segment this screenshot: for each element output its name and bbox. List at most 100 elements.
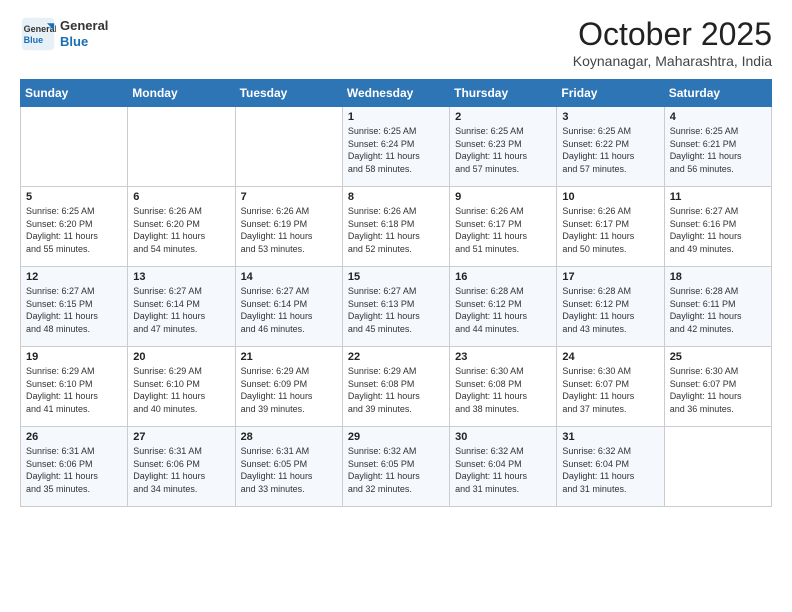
header-monday: Monday xyxy=(128,80,235,107)
header-saturday: Saturday xyxy=(664,80,771,107)
day-info: Sunrise: 6:30 AMSunset: 6:07 PMDaylight:… xyxy=(670,365,766,415)
day-number: 11 xyxy=(670,191,766,203)
day-number: 9 xyxy=(455,191,551,203)
day-number: 8 xyxy=(348,191,444,203)
calendar-cell: 24 Sunrise: 6:30 AMSunset: 6:07 PMDayligh… xyxy=(557,347,664,427)
calendar-cell: 14 Sunrise: 6:27 AMSunset: 6:14 PMDayligh… xyxy=(235,267,342,347)
calendar-cell: 17 Sunrise: 6:28 AMSunset: 6:12 PMDayligh… xyxy=(557,267,664,347)
location: Koynanagar, Maharashtra, India xyxy=(573,53,772,69)
calendar-week-row: 5 Sunrise: 6:25 AMSunset: 6:20 PMDaylight… xyxy=(21,187,772,267)
calendar-cell: 13 Sunrise: 6:27 AMSunset: 6:14 PMDayligh… xyxy=(128,267,235,347)
day-number: 12 xyxy=(26,271,122,283)
calendar-cell: 31Sunrise: 6:32 AMSunset: 6:04 PMDayligh… xyxy=(557,427,664,507)
calendar-cell: 28 Sunrise: 6:31 AMSunset: 6:05 PMDayligh… xyxy=(235,427,342,507)
day-info: Sunrise: 6:28 AMSunset: 6:11 PMDaylight:… xyxy=(670,285,766,335)
day-info: Sunrise: 6:25 AMSunset: 6:23 PMDaylight:… xyxy=(455,125,551,175)
calendar-cell: 19Sunrise: 6:29 AMSunset: 6:10 PMDayligh… xyxy=(21,347,128,427)
header-sunday: Sunday xyxy=(21,80,128,107)
day-info: Sunrise: 6:28 AMSunset: 6:12 PMDaylight:… xyxy=(455,285,551,335)
calendar-table: Sunday Monday Tuesday Wednesday Thursday… xyxy=(20,79,772,507)
day-number: 28 xyxy=(241,431,337,443)
day-info: Sunrise: 6:29 AMSunset: 6:10 PMDaylight:… xyxy=(133,365,229,415)
calendar-body: 1 Sunrise: 6:25 AMSunset: 6:24 PMDaylight… xyxy=(21,107,772,507)
day-number: 13 xyxy=(133,271,229,283)
calendar-cell: 21 Sunrise: 6:29 AMSunset: 6:09 PMDayligh… xyxy=(235,347,342,427)
logo-general-text: General xyxy=(60,18,108,34)
day-info: Sunrise: 6:25 AMSunset: 6:20 PMDaylight:… xyxy=(26,205,122,255)
day-info: Sunrise: 6:31 AMSunset: 6:06 PMDaylight:… xyxy=(133,445,229,495)
calendar-cell: 30Sunrise: 6:32 AMSunset: 6:04 PMDayligh… xyxy=(450,427,557,507)
calendar-cell: 22 Sunrise: 6:29 AMSunset: 6:08 PMDayligh… xyxy=(342,347,449,427)
day-info: Sunrise: 6:25 AMSunset: 6:21 PMDaylight:… xyxy=(670,125,766,175)
day-number: 1 xyxy=(348,111,444,123)
day-info: Sunrise: 6:27 AMSunset: 6:15 PMDaylight:… xyxy=(26,285,122,335)
day-info: Sunrise: 6:29 AMSunset: 6:10 PMDaylight:… xyxy=(26,365,122,415)
day-number: 21 xyxy=(241,351,337,363)
day-number: 3 xyxy=(562,111,658,123)
calendar-cell: 4 Sunrise: 6:25 AMSunset: 6:21 PMDaylight… xyxy=(664,107,771,187)
calendar-cell: 7 Sunrise: 6:26 AMSunset: 6:19 PMDaylight… xyxy=(235,187,342,267)
calendar-week-row: 1 Sunrise: 6:25 AMSunset: 6:24 PMDaylight… xyxy=(21,107,772,187)
title-block: October 2025 Koynanagar, Maharashtra, In… xyxy=(573,16,772,69)
day-info: Sunrise: 6:30 AMSunset: 6:08 PMDaylight:… xyxy=(455,365,551,415)
day-number: 29 xyxy=(348,431,444,443)
day-info: Sunrise: 6:31 AMSunset: 6:06 PMDaylight:… xyxy=(26,445,122,495)
day-number: 7 xyxy=(241,191,337,203)
calendar-cell: 1 Sunrise: 6:25 AMSunset: 6:24 PMDaylight… xyxy=(342,107,449,187)
logo-icon: General Blue xyxy=(20,16,56,52)
calendar-cell: 11 Sunrise: 6:27 AMSunset: 6:16 PMDayligh… xyxy=(664,187,771,267)
day-info: Sunrise: 6:27 AMSunset: 6:14 PMDaylight:… xyxy=(241,285,337,335)
calendar-cell: 6 Sunrise: 6:26 AMSunset: 6:20 PMDaylight… xyxy=(128,187,235,267)
calendar-cell: 8Sunrise: 6:26 AMSunset: 6:18 PMDaylight… xyxy=(342,187,449,267)
day-number: 2 xyxy=(455,111,551,123)
day-info: Sunrise: 6:30 AMSunset: 6:07 PMDaylight:… xyxy=(562,365,658,415)
day-info: Sunrise: 6:26 AMSunset: 6:20 PMDaylight:… xyxy=(133,205,229,255)
day-number: 25 xyxy=(670,351,766,363)
day-number: 5 xyxy=(26,191,122,203)
day-number: 24 xyxy=(562,351,658,363)
day-number: 30 xyxy=(455,431,551,443)
day-number: 20 xyxy=(133,351,229,363)
day-info: Sunrise: 6:29 AMSunset: 6:09 PMDaylight:… xyxy=(241,365,337,415)
calendar-cell xyxy=(235,107,342,187)
day-info: Sunrise: 6:27 AMSunset: 6:16 PMDaylight:… xyxy=(670,205,766,255)
day-number: 10 xyxy=(562,191,658,203)
calendar-cell: 3Sunrise: 6:25 AMSunset: 6:22 PMDaylight… xyxy=(557,107,664,187)
header-tuesday: Tuesday xyxy=(235,80,342,107)
calendar-cell: 5 Sunrise: 6:25 AMSunset: 6:20 PMDaylight… xyxy=(21,187,128,267)
day-number: 17 xyxy=(562,271,658,283)
day-number: 4 xyxy=(670,111,766,123)
calendar-cell: 9Sunrise: 6:26 AMSunset: 6:17 PMDaylight… xyxy=(450,187,557,267)
day-info: Sunrise: 6:28 AMSunset: 6:12 PMDaylight:… xyxy=(562,285,658,335)
header-friday: Friday xyxy=(557,80,664,107)
calendar-cell xyxy=(128,107,235,187)
day-number: 14 xyxy=(241,271,337,283)
svg-text:Blue: Blue xyxy=(24,35,44,45)
calendar-cell: 15Sunrise: 6:27 AMSunset: 6:13 PMDayligh… xyxy=(342,267,449,347)
day-number: 22 xyxy=(348,351,444,363)
calendar-cell: 27 Sunrise: 6:31 AMSunset: 6:06 PMDayligh… xyxy=(128,427,235,507)
calendar-week-row: 19Sunrise: 6:29 AMSunset: 6:10 PMDayligh… xyxy=(21,347,772,427)
month-title: October 2025 xyxy=(573,16,772,53)
calendar-week-row: 26Sunrise: 6:31 AMSunset: 6:06 PMDayligh… xyxy=(21,427,772,507)
calendar-cell: 25 Sunrise: 6:30 AMSunset: 6:07 PMDayligh… xyxy=(664,347,771,427)
day-number: 6 xyxy=(133,191,229,203)
day-info: Sunrise: 6:29 AMSunset: 6:08 PMDaylight:… xyxy=(348,365,444,415)
logo-text: General Blue xyxy=(60,18,108,49)
day-info: Sunrise: 6:25 AMSunset: 6:24 PMDaylight:… xyxy=(348,125,444,175)
day-info: Sunrise: 6:26 AMSunset: 6:19 PMDaylight:… xyxy=(241,205,337,255)
day-number: 23 xyxy=(455,351,551,363)
calendar-cell: 29Sunrise: 6:32 AMSunset: 6:05 PMDayligh… xyxy=(342,427,449,507)
header-wednesday: Wednesday xyxy=(342,80,449,107)
logo: General Blue General Blue xyxy=(20,16,108,52)
day-info: Sunrise: 6:27 AMSunset: 6:14 PMDaylight:… xyxy=(133,285,229,335)
logo-blue-text: Blue xyxy=(60,34,108,50)
day-number: 18 xyxy=(670,271,766,283)
day-number: 27 xyxy=(133,431,229,443)
day-info: Sunrise: 6:31 AMSunset: 6:05 PMDaylight:… xyxy=(241,445,337,495)
calendar-cell: 26Sunrise: 6:31 AMSunset: 6:06 PMDayligh… xyxy=(21,427,128,507)
calendar-cell: 20 Sunrise: 6:29 AMSunset: 6:10 PMDayligh… xyxy=(128,347,235,427)
calendar-cell: 10Sunrise: 6:26 AMSunset: 6:17 PMDayligh… xyxy=(557,187,664,267)
calendar-cell: 23 Sunrise: 6:30 AMSunset: 6:08 PMDayligh… xyxy=(450,347,557,427)
day-number: 15 xyxy=(348,271,444,283)
